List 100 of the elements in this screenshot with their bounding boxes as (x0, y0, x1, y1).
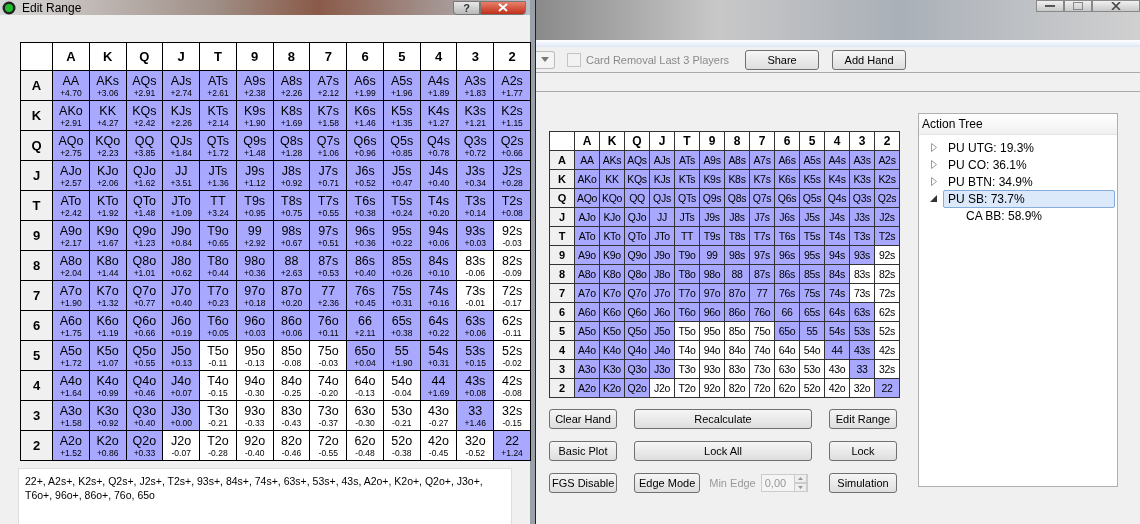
tree-item[interactable]: CA BB: 58.9% (961, 206, 1048, 225)
ev-value: -0.55 (317, 449, 339, 458)
row-header: 4 (20, 370, 53, 401)
expand-icon[interactable] (930, 177, 938, 186)
ev-value: +2.14 (206, 119, 230, 128)
ev-value: +0.04 (353, 359, 377, 368)
ev-value: +0.51 (316, 239, 340, 248)
ev-value: +0.66 (132, 329, 157, 338)
hand-label: A2o (58, 434, 83, 447)
hand-label: 93o (243, 404, 267, 417)
hand-label: 86s (353, 254, 377, 267)
hand-label: J3s (464, 164, 487, 177)
expand-icon[interactable] (930, 143, 938, 152)
maximize-icon (1073, 2, 1083, 10)
ev-value: +0.18 (242, 299, 267, 308)
ev-value: +0.66 (500, 149, 524, 158)
action-button[interactable]: Basic Plot (549, 441, 617, 461)
help-button[interactable]: ? (453, 0, 480, 15)
hand-label: K6s (353, 104, 377, 117)
hand-label: T6s (353, 194, 377, 207)
toolbar-button[interactable]: Add Hand (832, 49, 907, 70)
hand-label: 63s (464, 314, 487, 327)
ev-value: +0.96 (353, 149, 377, 158)
ev-value: -0.06 (464, 269, 486, 278)
ev-value: +1.72 (59, 359, 83, 368)
maximize-button[interactable] (1064, 0, 1092, 12)
tree-item[interactable]: PU BTN: 34.9% (943, 172, 1038, 191)
minimize-button[interactable] (1036, 0, 1064, 12)
action-button[interactable]: Simulation (829, 473, 897, 493)
action-button[interactable]: Edit Range (829, 409, 897, 429)
hand-label: 88 (283, 254, 300, 267)
ev-value: +2.63 (279, 269, 304, 278)
hand-label: J6o (170, 314, 193, 327)
hand-label: A3o (58, 404, 83, 417)
ev-value: -0.13 (354, 389, 376, 398)
hand-label: 73s (464, 284, 487, 297)
hand-label: AKo (58, 104, 84, 117)
action-button[interactable]: Edge Mode (634, 473, 701, 493)
ev-value: +1.96 (390, 89, 414, 98)
hand-label: 95s (390, 224, 413, 237)
ev-value: +0.40 (426, 179, 451, 188)
action-button[interactable]: Lock All (634, 441, 812, 461)
hand-label: 42s (501, 374, 524, 387)
action-button[interactable]: Lock (829, 441, 897, 461)
hand-label: T8s (280, 194, 303, 207)
ev-value: -0.03 (317, 359, 339, 368)
ev-value: +1.75 (59, 329, 83, 338)
hand-label: 54s (427, 344, 450, 357)
hand-label: K3o (95, 404, 120, 417)
ev-value: +1.67 (95, 239, 120, 248)
hand-label: Q8s (279, 134, 304, 147)
toolbar-button[interactable]: Share (745, 49, 820, 70)
hand-label: J9s (244, 164, 266, 177)
ev-value: +1.35 (390, 119, 414, 128)
ev-value: +0.52 (353, 179, 377, 188)
close-button[interactable] (1092, 0, 1140, 12)
dropdown[interactable] (536, 50, 555, 69)
tree-item[interactable]: PU SB: 73.7% (943, 189, 1115, 208)
spinner-label: Min Edge (709, 477, 756, 489)
hand-label: 76o (316, 314, 340, 327)
ev-value: -0.20 (317, 389, 339, 398)
ev-value: +0.23 (206, 299, 230, 308)
ev-value: +1.64 (59, 389, 83, 398)
ev-value: +0.40 (169, 299, 193, 308)
action-button[interactable]: Clear Hand (549, 409, 617, 429)
ev-value: +2.42 (132, 119, 157, 128)
expand-icon[interactable] (930, 160, 938, 169)
checkbox-label: Card Removal Last 3 Players (586, 53, 730, 66)
close-button[interactable] (480, 0, 526, 15)
ev-value: -0.37 (317, 419, 339, 428)
column-header: 8 (724, 131, 750, 151)
range-text-area[interactable]: 22+, A2s+, K2s+, Q2s+, J2s+, T2s+, 93s+, 84s+, 74s+, 63s+, 53s+, 43s, A2o+, K2o+, Q2o+, J3o+, T6o+, 96o+, 86o+, 76o, 65o (18, 468, 512, 524)
hand-label: 65o (353, 344, 377, 357)
ev-value: +1.15 (500, 119, 524, 128)
ev-value: +3.51 (169, 179, 193, 188)
hand-label: 53s (464, 344, 487, 357)
row-header: 6 (20, 310, 53, 341)
action-button[interactable]: Recalculate (634, 409, 812, 429)
ev-value: +1.19 (95, 329, 120, 338)
hand-label: 87o (280, 284, 303, 297)
tree-item[interactable]: PU CO: 36.1% (943, 155, 1032, 174)
close-icon (1111, 2, 1121, 10)
ev-value: -0.21 (391, 419, 413, 428)
hand-label: K4o (95, 374, 120, 387)
hand-label: T3o (206, 404, 230, 417)
hand-label: J7o (170, 284, 193, 297)
hand-label: 92o (243, 434, 267, 447)
ev-value: +0.38 (353, 209, 377, 218)
hand-label: Q7s (315, 134, 341, 147)
hand-label: K8o (95, 254, 120, 267)
ev-value: +2.92 (242, 239, 267, 248)
ev-value: +1.46 (463, 419, 488, 428)
tree-item[interactable]: PU UTG: 19.3% (943, 138, 1040, 157)
action-button[interactable]: FGS Disable (549, 473, 617, 493)
ev-value: +1.58 (59, 419, 83, 428)
hand-label: Q9s (242, 134, 268, 147)
ev-value: +0.99 (95, 389, 120, 398)
hand-label: KTo (95, 194, 120, 207)
ev-value: +2.38 (242, 89, 267, 98)
collapse-icon[interactable] (930, 194, 938, 203)
